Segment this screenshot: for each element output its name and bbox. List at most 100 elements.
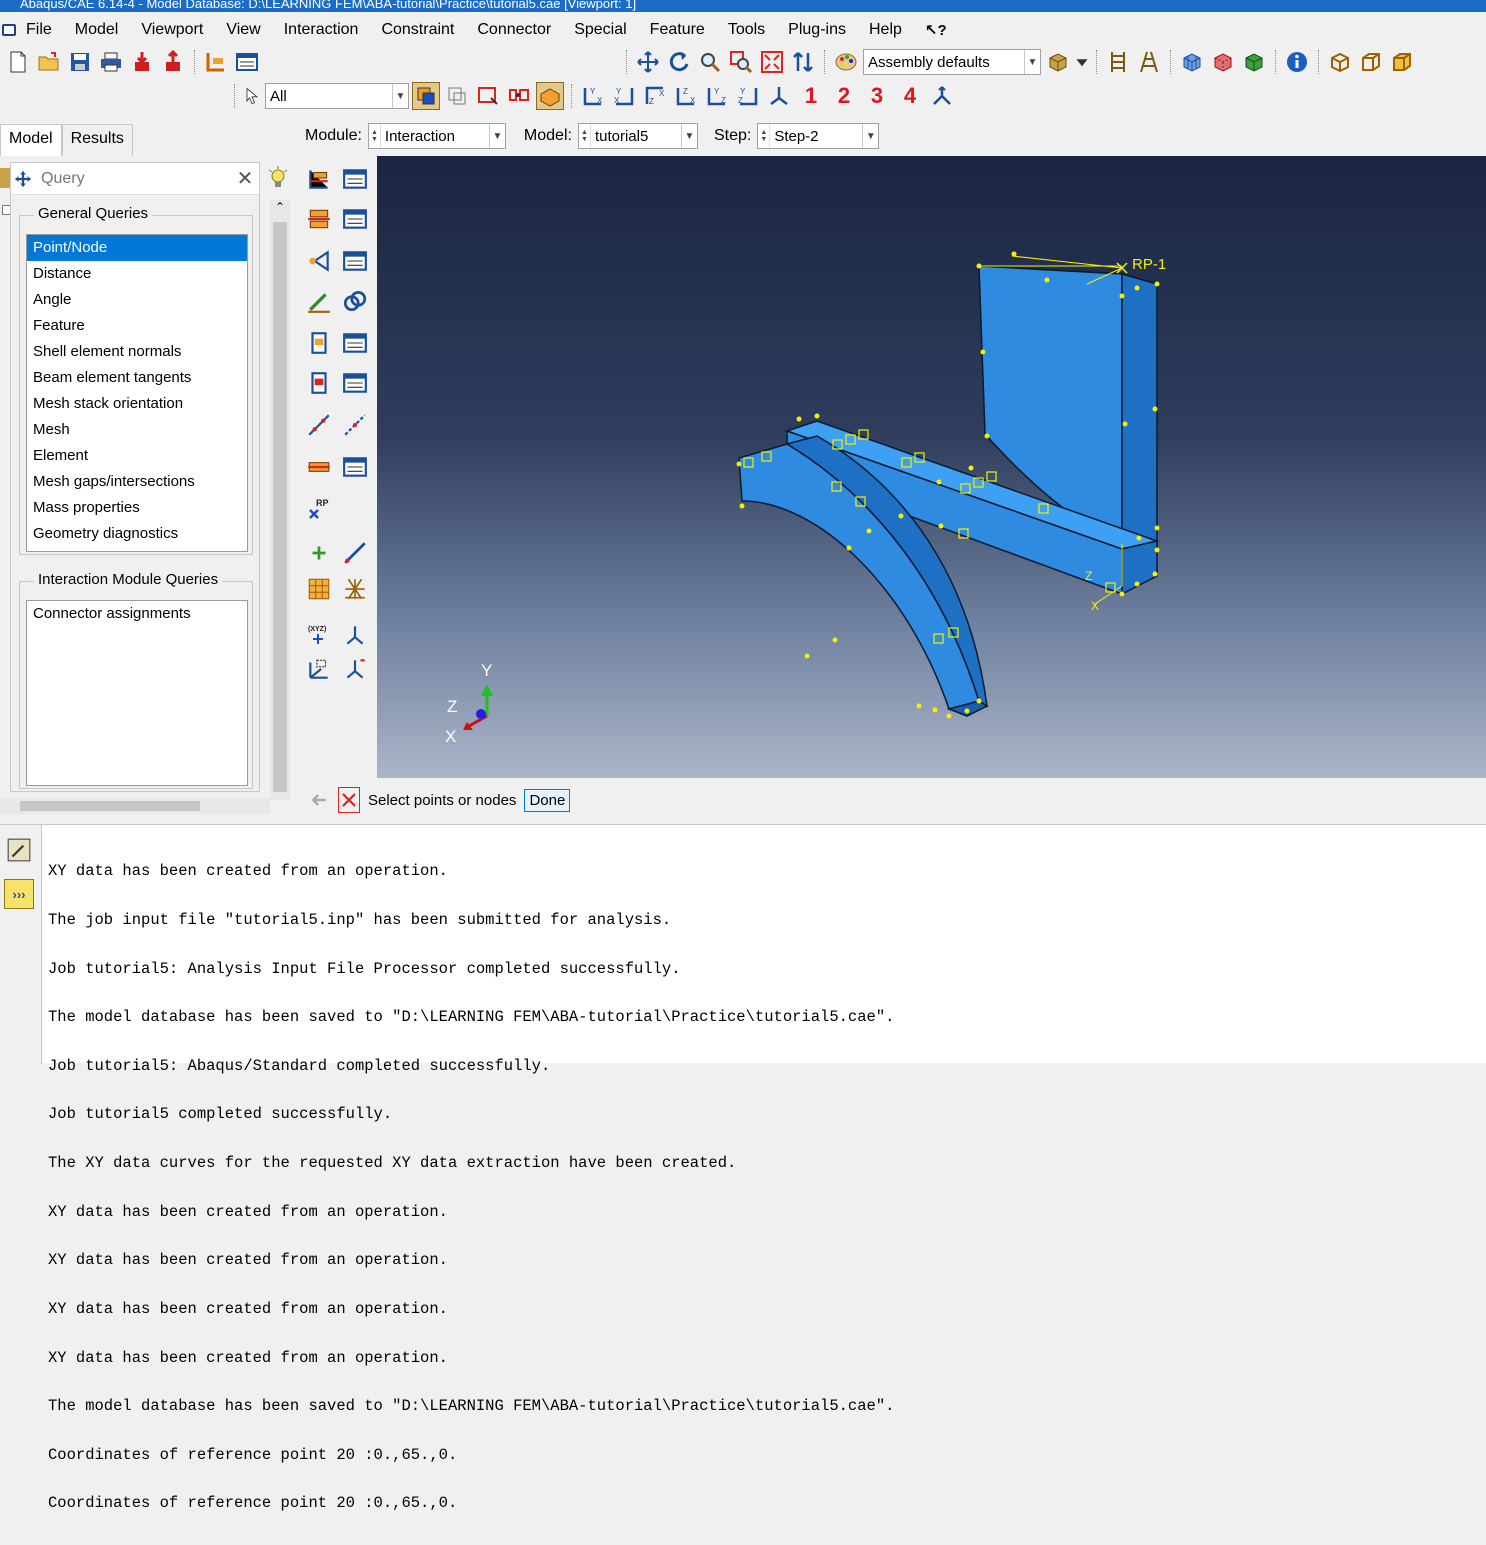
list-item-geometry-diagnostics[interactable]: Geometry diagnostics — [27, 521, 247, 547]
datum-planes-icon[interactable] — [1104, 48, 1132, 76]
view-1-button[interactable]: 1 — [796, 83, 826, 109]
wire-manager-icon[interactable] — [340, 328, 370, 358]
chevron-down-icon[interactable]: ▼ — [1024, 50, 1040, 74]
menu-interaction[interactable]: Interaction — [284, 21, 359, 39]
scroll-up-icon[interactable]: ⌃ — [270, 200, 290, 214]
query-move-icon[interactable] — [11, 170, 35, 188]
info-icon[interactable] — [1283, 48, 1311, 76]
cancel-x-icon[interactable] — [338, 787, 360, 813]
highlight-select-icon[interactable] — [536, 82, 564, 110]
tree-horizontal-scrollbar[interactable] — [0, 798, 270, 814]
hidden-line-icon[interactable] — [1209, 48, 1237, 76]
list-item-mesh-stack[interactable]: Mesh stack orientation — [27, 391, 247, 417]
model-select[interactable]: ▲ ▼ tutorial5 ▼ — [577, 123, 698, 149]
create-feature-icon[interactable] — [304, 410, 334, 440]
save-icon[interactable] — [66, 48, 94, 76]
spin-icon[interactable]: ▲ ▼ — [758, 124, 771, 148]
csys-yx-icon[interactable]: YX — [610, 82, 638, 110]
create-datum-point-icon[interactable] — [304, 538, 334, 568]
import-icon[interactable] — [128, 48, 156, 76]
app-icon[interactable] — [2, 24, 16, 36]
wireframe-icon[interactable] — [1178, 48, 1206, 76]
chevron-down-icon[interactable]: ▼ — [862, 124, 878, 148]
select-through-icon[interactable] — [443, 82, 471, 110]
scroll-thumb[interactable] — [273, 222, 287, 792]
lightbulb-icon[interactable] — [266, 166, 290, 196]
datum-axes-icon[interactable] — [1135, 48, 1163, 76]
color-code-select[interactable]: Assembly defaults ▼ — [863, 49, 1041, 75]
amplitude-manager-icon[interactable] — [340, 452, 370, 482]
section-manager-icon[interactable] — [340, 368, 370, 398]
list-item-mass-properties[interactable]: Mass properties — [27, 495, 247, 521]
model-tree-icon[interactable] — [202, 48, 230, 76]
triad-view-icon[interactable] — [928, 82, 956, 110]
constraint-manager-icon[interactable] — [340, 246, 370, 276]
auto-fit-icon[interactable] — [758, 48, 786, 76]
datum-csys-3pt-icon[interactable] — [304, 654, 334, 684]
create-wire-icon[interactable] — [304, 328, 334, 358]
view-4-button[interactable]: 4 — [895, 83, 925, 109]
list-item-distance[interactable]: Distance — [27, 261, 247, 287]
amplitude-icon[interactable] — [304, 452, 334, 482]
rotate-icon[interactable] — [665, 48, 693, 76]
box-select-icon[interactable] — [474, 82, 502, 110]
datum-csys-offset-icon[interactable] — [340, 654, 370, 684]
render-dropdown-icon[interactable] — [1075, 48, 1089, 76]
box-zoom-icon[interactable] — [727, 48, 755, 76]
export-icon[interactable] — [159, 48, 187, 76]
menu-plugins[interactable]: Plug-ins — [788, 21, 846, 39]
list-item-mesh[interactable]: Mesh — [27, 417, 247, 443]
view-3-button[interactable]: 3 — [862, 83, 892, 109]
create-datum-axis-icon[interactable] — [340, 538, 370, 568]
zoom-icon[interactable] — [696, 48, 724, 76]
menu-tools[interactable]: Tools — [728, 21, 765, 39]
spin-icon[interactable]: ▲ ▼ — [579, 124, 591, 148]
assembly-view[interactable]: RP-1 Z X Y Z X — [377, 156, 1486, 778]
render-style-icon[interactable] — [1044, 48, 1072, 76]
list-item-connector-assignments[interactable]: Connector assignments — [27, 601, 247, 627]
drag-select-icon[interactable] — [505, 82, 533, 110]
done-button[interactable]: Done — [524, 788, 571, 812]
tree-vertical-scrollbar[interactable]: ⌃ — [270, 200, 290, 800]
menu-feature[interactable]: Feature — [650, 21, 705, 39]
csys-iso-icon[interactable] — [765, 82, 793, 110]
list-item-angle[interactable]: Angle — [27, 287, 247, 313]
csys-xz-icon[interactable]: ZX — [672, 82, 700, 110]
menu-help[interactable]: Help — [869, 21, 902, 39]
select-front-icon[interactable] — [412, 82, 440, 110]
iso-view-icon[interactable] — [1326, 48, 1354, 76]
open-folder-icon[interactable] — [35, 48, 63, 76]
select-arrow-icon[interactable] — [242, 82, 262, 110]
create-section-icon[interactable] — [304, 368, 334, 398]
menu-file[interactable]: File — [26, 21, 52, 39]
csys-zx-icon[interactable]: XZ — [641, 82, 669, 110]
create-property-icon[interactable] — [304, 204, 334, 234]
create-fastener-icon[interactable] — [304, 286, 334, 316]
csys-yz-icon[interactable]: YZ — [703, 82, 731, 110]
command-line-icon[interactable]: ››› — [4, 879, 34, 909]
menu-view[interactable]: View — [226, 21, 260, 39]
interaction-manager-icon[interactable] — [340, 164, 370, 194]
reference-point-icon[interactable]: RP — [304, 494, 334, 524]
whats-this-help-icon[interactable]: ↖? — [925, 21, 947, 39]
module-select[interactable]: ▲ ▼ Interaction ▼ — [367, 123, 506, 149]
list-item-element[interactable]: Element — [27, 443, 247, 469]
back-arrow-icon[interactable] — [308, 787, 330, 813]
close-icon[interactable]: ✕ — [231, 166, 259, 191]
tab-results[interactable]: Results — [61, 124, 133, 156]
menu-model[interactable]: Model — [75, 21, 119, 39]
table-icon[interactable] — [233, 48, 261, 76]
cycle-views-icon[interactable] — [789, 48, 817, 76]
create-connector-icon[interactable] — [340, 286, 370, 316]
step-select[interactable]: ▲ ▼ Step-2 ▼ — [757, 123, 880, 149]
list-item-mesh-gaps[interactable]: Mesh gaps/intersections — [27, 469, 247, 495]
selection-filter-select[interactable]: All ▼ — [265, 83, 409, 109]
view-2-button[interactable]: 2 — [829, 83, 859, 109]
chevron-down-icon[interactable]: ▼ — [680, 124, 697, 148]
create-datum-csys-icon[interactable] — [340, 574, 370, 604]
csys-xy-icon[interactable]: YX — [579, 82, 607, 110]
viewport-canvas[interactable]: RP-1 Z X Y Z X — [377, 156, 1486, 778]
query-point-icon[interactable]: (XYZ) — [304, 620, 334, 650]
chevron-down-icon[interactable]: ▼ — [488, 124, 505, 148]
front-view-icon[interactable] — [1357, 48, 1385, 76]
